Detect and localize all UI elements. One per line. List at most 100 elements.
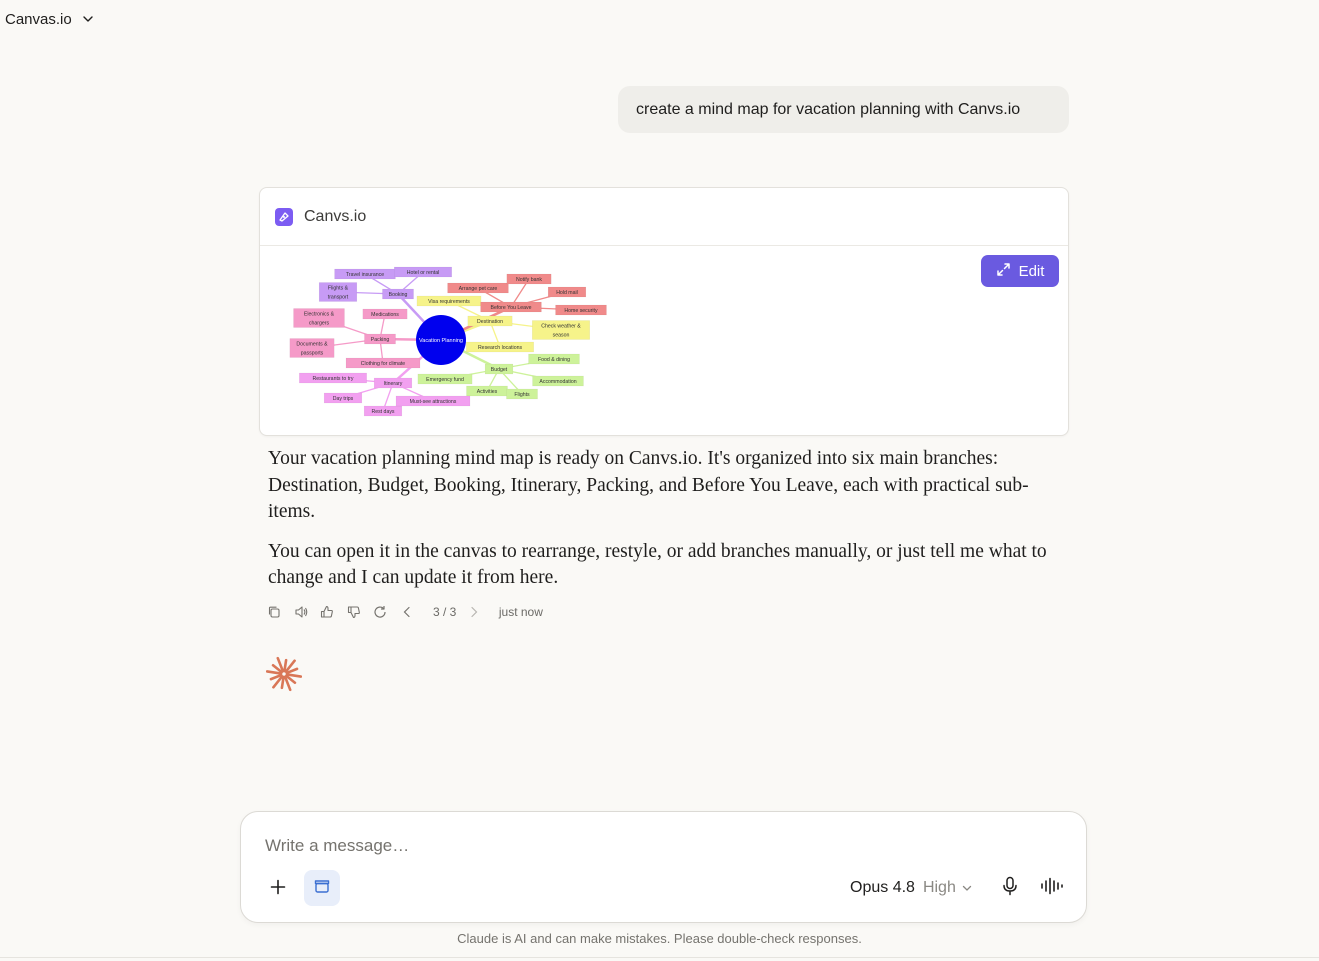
svg-text:Hotel or rental: Hotel or rental <box>407 270 440 276</box>
mind-map-center-node[interactable]: Vacation Planning <box>416 315 466 365</box>
thumbs-down-icon[interactable] <box>346 604 362 620</box>
mind-map-branch-node[interactable]: Destination <box>467 315 513 327</box>
mind-map-child-node[interactable]: Visa requirements <box>416 295 482 307</box>
canvs-logo-icon <box>275 207 293 226</box>
svg-text:Before You Leave: Before You Leave <box>491 305 532 311</box>
svg-text:Budget: Budget <box>491 367 508 373</box>
mind-map-child-node[interactable]: Check weather & season <box>532 320 590 340</box>
thumbs-up-icon[interactable] <box>319 604 335 620</box>
mind-map-child-node[interactable]: Home security <box>555 304 607 316</box>
model-selector[interactable]: Opus 4.8 High <box>850 879 972 897</box>
svg-text:Food & dining: Food & dining <box>538 357 570 363</box>
timestamp: just now <box>498 605 543 619</box>
svg-text:Hold mail: Hold mail <box>556 290 578 296</box>
claude-spark-icon <box>265 656 303 697</box>
add-attachment-button[interactable] <box>265 876 291 902</box>
waveform-icon <box>1040 877 1064 900</box>
mind-map-child-node[interactable]: Accommodation <box>532 375 584 387</box>
edit-button[interactable]: Edit <box>981 255 1059 287</box>
divider <box>0 957 1319 958</box>
mind-map-branch-node[interactable]: Before You Leave <box>480 301 542 313</box>
svg-text:Emergency fund: Emergency fund <box>426 377 464 383</box>
svg-text:Flights &: Flights & <box>328 286 349 292</box>
mind-map-child-node[interactable]: Medications <box>362 308 408 320</box>
effort-level: High <box>922 879 956 896</box>
edit-label: Edit <box>1018 262 1045 280</box>
svg-text:Destination: Destination <box>477 319 503 325</box>
top-bar: Canvas.io <box>0 0 94 38</box>
chevron-right-icon[interactable] <box>466 604 482 620</box>
mind-map-child-node[interactable]: Must-see attractions <box>395 395 471 407</box>
mind-map-child-node[interactable]: Arrange pet care <box>447 282 509 294</box>
chevron-left-icon[interactable] <box>399 604 415 620</box>
mind-map-preview[interactable]: Vacation Planning Booking Travel insurance… <box>280 266 620 426</box>
composer: Opus 4.8 High <box>240 811 1087 923</box>
mind-map-child-node[interactable]: Clothing for climate <box>345 357 421 369</box>
mind-map-child-node[interactable]: Electronics & chargers <box>293 308 345 328</box>
svg-text:Documents &: Documents & <box>296 342 328 348</box>
mind-map-child-node[interactable]: Flights <box>506 388 538 400</box>
mind-map-child-node[interactable]: Restaurants to try <box>299 372 367 384</box>
mind-map-child-node[interactable]: Documents & passports <box>289 338 335 358</box>
user-message: create a mind map for vacation planning … <box>618 86 1069 133</box>
svg-text:Visa requirements: Visa requirements <box>428 299 470 305</box>
svg-text:Packing: Packing <box>371 337 390 343</box>
box-icon <box>313 877 331 900</box>
copy-icon[interactable] <box>266 604 282 620</box>
svg-text:transport: transport <box>328 295 349 301</box>
mind-map-child-node[interactable]: Emergency fund <box>417 373 473 385</box>
svg-text:passports: passports <box>301 351 324 357</box>
mind-map-child-node[interactable]: Activities <box>466 385 508 397</box>
chevron-down-icon[interactable] <box>82 13 94 25</box>
speaker-icon[interactable] <box>293 604 309 620</box>
svg-text:Rest days: Rest days <box>371 409 394 415</box>
svg-text:season: season <box>553 333 570 339</box>
voice-mode-button[interactable] <box>1039 876 1065 900</box>
mind-map-child-node[interactable]: Hold mail <box>547 286 587 298</box>
mind-map-child-node[interactable]: Food & dining <box>528 353 580 365</box>
message-actions: 3 / 3 just now <box>266 603 543 621</box>
svg-text:Arrange pet care: Arrange pet care <box>459 286 498 292</box>
mind-map-child-node[interactable]: Notify bank <box>506 273 552 285</box>
svg-text:Clothing for climate: Clothing for climate <box>361 361 406 367</box>
svg-text:chargers: chargers <box>309 321 330 327</box>
version-pager: 3 / 3 <box>433 605 457 619</box>
svg-text:Electronics &: Electronics & <box>304 312 335 318</box>
mind-map-child-node[interactable]: Flights & transport <box>318 282 358 302</box>
mind-map-branch-node[interactable]: Booking <box>382 288 414 300</box>
chevron-down-icon <box>962 883 972 893</box>
mind-map-child-node[interactable]: Rest days <box>363 405 403 417</box>
mind-map-branch-node[interactable]: Budget <box>484 363 514 375</box>
message-input[interactable] <box>265 836 1045 856</box>
svg-text:Itinerary: Itinerary <box>384 381 403 387</box>
svg-text:Day trips: Day trips <box>333 396 354 402</box>
reply-paragraph: You can open it in the canvas to rearran… <box>268 540 1047 589</box>
svg-text:Research locations: Research locations <box>478 345 523 351</box>
mind-map-child-node[interactable]: Research locations <box>466 341 534 353</box>
project-title[interactable]: Canvas.io <box>5 11 72 28</box>
artifact-header: Canvs.io <box>260 188 1068 246</box>
svg-text:Medications: Medications <box>371 312 399 318</box>
artifact-app-name: Canvs.io <box>304 207 367 225</box>
mind-map-branch-node[interactable]: Itinerary <box>373 377 413 389</box>
disclaimer: Claude is AI and can make mistakes. Plea… <box>457 931 862 946</box>
svg-text:Vacation Planning: Vacation Planning <box>419 338 463 344</box>
assistant-reply: Your vacation planning mind map is ready… <box>268 446 1048 592</box>
artifact-card[interactable]: Canvs.io Edit Vacation Planning Booking Tr… <box>259 187 1069 436</box>
mind-map-branch-node[interactable]: Packing <box>364 333 396 345</box>
mind-map-child-node[interactable]: Hotel or rental <box>394 266 452 278</box>
user-message-text: create a mind map for vacation planning … <box>636 100 1021 118</box>
svg-text:Accommodation: Accommodation <box>539 379 576 385</box>
microphone-button[interactable] <box>999 876 1021 900</box>
retry-icon[interactable] <box>372 604 388 620</box>
expand-icon <box>996 262 1011 281</box>
svg-text:Activities: Activities <box>477 389 498 395</box>
svg-text:Travel insurance: Travel insurance <box>346 272 384 278</box>
svg-text:Restaurants to try: Restaurants to try <box>313 376 354 382</box>
tools-button[interactable] <box>304 870 340 906</box>
mind-map-child-node[interactable]: Day trips <box>323 392 363 404</box>
svg-text:Booking: Booking <box>389 292 408 298</box>
reply-paragraph: Your vacation planning mind map is ready… <box>268 448 1029 522</box>
svg-text:Check weather &: Check weather & <box>541 324 581 330</box>
mind-map-child-node[interactable]: Travel insurance <box>334 268 396 280</box>
